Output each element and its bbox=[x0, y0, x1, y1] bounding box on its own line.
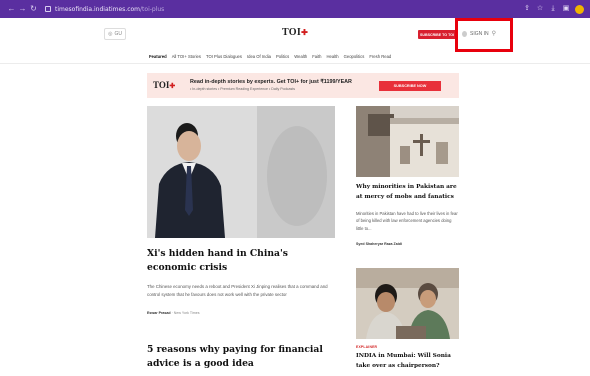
nav-item[interactable]: Idea Of India bbox=[247, 54, 271, 59]
nav-item[interactable]: Faith bbox=[312, 54, 321, 59]
side-story-1-description: Minorities in Pakistan have had to live … bbox=[356, 211, 458, 231]
main-story-image[interactable] bbox=[147, 106, 335, 238]
edition-label: GU bbox=[114, 31, 122, 37]
side-story-1-byline[interactable]: Syed Shaheryar Raza Zaidi bbox=[356, 242, 402, 246]
main-story-byline: Eswar Prasad · New York Times bbox=[147, 311, 200, 315]
promo-logo: TOI✚ bbox=[153, 80, 175, 90]
nav-item[interactable]: Fresh Read bbox=[369, 54, 391, 59]
user-icon bbox=[462, 30, 467, 37]
subscribe-now-button[interactable]: SUBSCRIBE NOW bbox=[379, 81, 441, 91]
side-story-2-photo bbox=[356, 268, 459, 339]
nav-item[interactable]: Health bbox=[327, 54, 339, 59]
side-story-2-tag: EXPLAINER bbox=[356, 345, 378, 349]
location-icon: ◎ bbox=[108, 31, 113, 37]
url-path: /toi-plus bbox=[140, 5, 165, 13]
nav-item[interactable]: Featured bbox=[149, 54, 167, 59]
main-story-author[interactable]: Eswar Prasad bbox=[147, 311, 171, 315]
edition-selector[interactable]: ◎ GU bbox=[104, 28, 126, 40]
url-domain: timesofindia.indiatimes.com bbox=[55, 5, 141, 13]
nav-item[interactable]: Politics bbox=[276, 54, 289, 59]
nav-item[interactable]: TOI Plus Dialogues bbox=[206, 54, 242, 59]
promo-banner[interactable]: TOI✚ Read in-depth stories by experts. G… bbox=[147, 73, 459, 98]
main-story-title[interactable]: Xi's hidden hand in China's economic cri… bbox=[147, 247, 337, 275]
side-story-1-title[interactable]: Why minorities in Pakistan are at mercy … bbox=[356, 183, 464, 202]
promo-plus-icon: ✚ bbox=[169, 82, 176, 90]
side-story-1-photo bbox=[356, 106, 459, 177]
site-logo[interactable]: TOI✚ bbox=[282, 27, 308, 38]
promo-headline: Read in-depth stories by experts. Get TO… bbox=[190, 79, 352, 85]
nav-item[interactable]: Geopolitics bbox=[344, 54, 365, 59]
side-story-1-image[interactable] bbox=[356, 106, 459, 177]
side-story-2-title[interactable]: INDIA in Mumbai: Will Sonia take over as… bbox=[356, 352, 464, 371]
nav-item[interactable]: Wealth bbox=[294, 54, 307, 59]
nav-item[interactable]: All TOI+ Stories bbox=[172, 54, 201, 59]
section-nav: Featured All TOI+ Stories TOI Plus Dialogu… bbox=[0, 50, 590, 64]
forward-icon[interactable]: → bbox=[17, 0, 28, 18]
main-story-source: New York Times bbox=[173, 311, 200, 315]
profile-avatar[interactable] bbox=[575, 4, 584, 14]
bookmark-star-icon[interactable]: ☆ bbox=[536, 5, 544, 13]
promo-logo-text: TOI bbox=[153, 80, 170, 90]
second-story-title[interactable]: 5 reasons why paying for financial advic… bbox=[147, 343, 347, 371]
lock-icon bbox=[45, 6, 51, 12]
search-icon[interactable]: ⚲ bbox=[492, 30, 496, 37]
reload-icon[interactable]: ↻ bbox=[28, 0, 39, 18]
extensions-icon[interactable]: ▣ bbox=[562, 5, 570, 13]
side-story-2-image[interactable] bbox=[356, 268, 459, 339]
nav-items: Featured All TOI+ Stories TOI Plus Dialogu… bbox=[149, 54, 391, 59]
site-header: ◎ GU TOI✚ SUBSCRIBE TO TOI SIGN IN ⚲ bbox=[0, 18, 590, 52]
signin-button[interactable]: SIGN IN ⚲ bbox=[462, 30, 496, 37]
share-icon[interactable]: ⇪ bbox=[523, 5, 531, 13]
page: ← → ↻ timesofindia.indiatimes.com /toi-p… bbox=[0, 0, 590, 376]
logo-plus-icon: ✚ bbox=[301, 28, 309, 37]
back-icon[interactable]: ← bbox=[6, 0, 17, 18]
browser-toolbar: ← → ↻ timesofindia.indiatimes.com /toi-p… bbox=[0, 0, 590, 18]
promo-features: • In-depth stories • Premium Reading Exp… bbox=[190, 87, 296, 91]
address-bar[interactable]: timesofindia.indiatimes.com /toi-plus bbox=[45, 6, 164, 13]
main-story-photo bbox=[147, 106, 335, 238]
logo-text: TOI bbox=[282, 27, 302, 38]
download-icon[interactable]: ⤓ bbox=[549, 5, 557, 13]
browser-actions: ⇪ ☆ ⤓ ▣ bbox=[523, 4, 584, 14]
main-story-description: The Chinese economy needs a reboot and P… bbox=[147, 284, 328, 297]
signin-label: SIGN IN bbox=[470, 30, 489, 37]
subscribe-button[interactable]: SUBSCRIBE TO TOI bbox=[418, 30, 456, 39]
